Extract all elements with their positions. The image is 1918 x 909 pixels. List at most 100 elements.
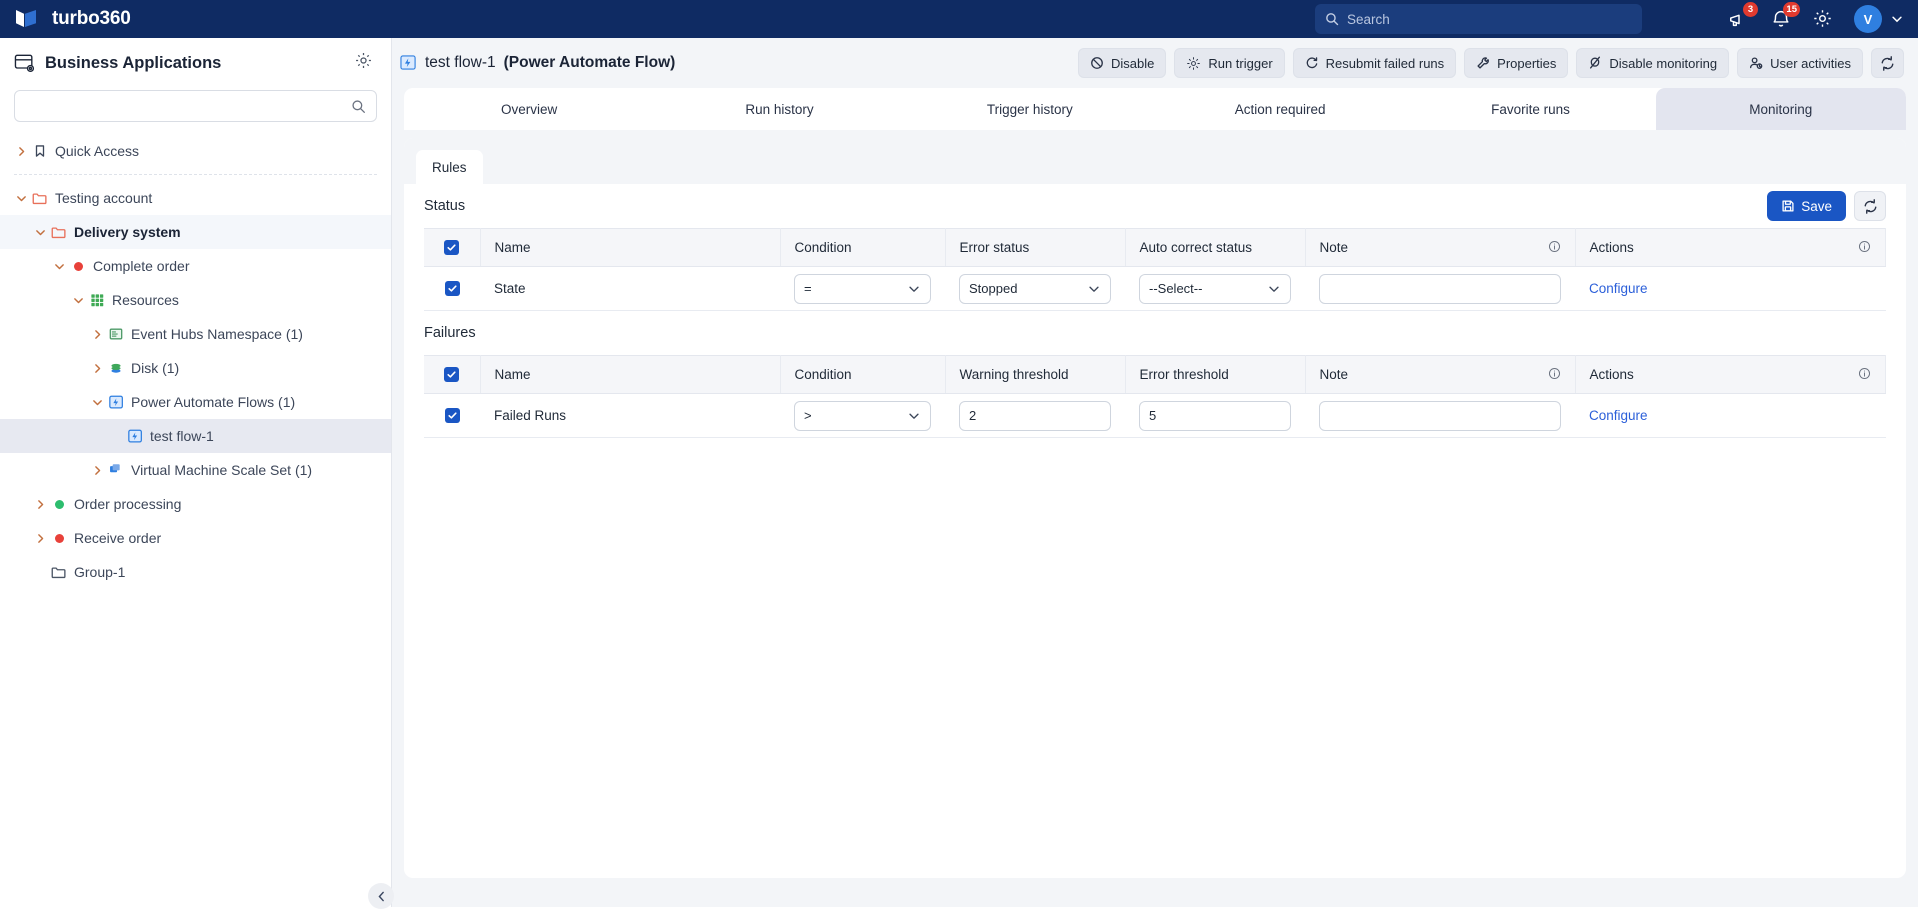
error-threshold-input[interactable]: 5 bbox=[1139, 400, 1291, 431]
disable-button[interactable]: Disable bbox=[1077, 48, 1167, 78]
configure-link[interactable]: Configure bbox=[1589, 408, 1648, 423]
user-menu[interactable]: V bbox=[1854, 5, 1904, 33]
user-activities-button[interactable]: User activities bbox=[1737, 48, 1863, 78]
configure-link[interactable]: Configure bbox=[1589, 281, 1648, 296]
disk-icon bbox=[111, 363, 121, 373]
rules-table: Name Condition Error status Auto correct st… bbox=[424, 228, 1886, 311]
condition-cell: > bbox=[780, 393, 945, 438]
row-checkbox[interactable] bbox=[444, 280, 460, 296]
save-icon bbox=[1782, 200, 1794, 212]
column-header-auto-correct-status: Auto correct status bbox=[1125, 228, 1306, 267]
chevron-down-icon[interactable] bbox=[69, 294, 87, 307]
user-activity-icon bbox=[1750, 57, 1763, 69]
tab-run-history[interactable]: Run history bbox=[654, 88, 904, 130]
tree-item-resources[interactable]: Resources bbox=[0, 283, 391, 317]
chevron-right-icon[interactable] bbox=[31, 498, 49, 511]
field-cell: Stopped bbox=[945, 266, 1125, 311]
announcements-icon[interactable]: 3 bbox=[1728, 2, 1758, 30]
section-title: Failures bbox=[424, 325, 476, 341]
tab-monitoring[interactable]: Monitoring bbox=[1655, 88, 1906, 130]
run-trigger-button[interactable]: Run trigger bbox=[1174, 48, 1285, 78]
section-refresh-button[interactable] bbox=[1854, 191, 1886, 221]
column-header-label: Auto correct status bbox=[1139, 240, 1253, 255]
chevron-right-icon[interactable] bbox=[31, 532, 49, 545]
tab-favorite-runs[interactable]: Favorite runs bbox=[1405, 88, 1655, 130]
brand-name: turbo360 bbox=[52, 8, 131, 29]
rule-section-status: Status Save Name Condition Error status Auto … bbox=[404, 184, 1906, 311]
sidebar-settings-icon[interactable] bbox=[354, 51, 373, 75]
tree-item-delivery-system[interactable]: Delivery system bbox=[0, 215, 391, 249]
chevron-right-icon[interactable] bbox=[88, 464, 106, 477]
global-search-input[interactable]: Search bbox=[1315, 4, 1642, 34]
column-header-label: Actions bbox=[1589, 367, 1634, 382]
note-cell bbox=[1305, 393, 1575, 438]
tab-label: Favorite runs bbox=[1491, 101, 1570, 117]
tree-item-complete-order[interactable]: Complete order bbox=[0, 249, 391, 283]
search-icon bbox=[352, 99, 365, 113]
vmss-icon bbox=[106, 463, 126, 477]
note-cell bbox=[1305, 266, 1575, 311]
tab-label: Overview bbox=[501, 101, 558, 117]
tree-item-receive-order[interactable]: Receive order bbox=[0, 521, 391, 555]
tab-overview[interactable]: Overview bbox=[404, 88, 654, 130]
chevron-left-icon bbox=[377, 891, 384, 901]
chevron-down-icon[interactable] bbox=[12, 192, 30, 205]
top-bar: turbo360 Search 3 15 V bbox=[0, 0, 1918, 38]
tree-item-disk-1[interactable]: Disk (1) bbox=[0, 351, 391, 385]
tree-item-group-1[interactable]: Group-1 bbox=[0, 555, 391, 589]
info-icon[interactable] bbox=[1858, 240, 1871, 256]
turbo360-logo-icon[interactable] bbox=[14, 6, 40, 32]
settings-gear-icon[interactable] bbox=[1812, 8, 1834, 30]
folder-plain-icon bbox=[51, 566, 66, 578]
info-icon[interactable] bbox=[1548, 240, 1561, 256]
status-dot-red bbox=[73, 261, 83, 271]
refresh-button[interactable] bbox=[1871, 48, 1904, 78]
condition-select[interactable]: = bbox=[794, 273, 931, 304]
select-all-checkbox[interactable] bbox=[444, 239, 460, 255]
note-input[interactable] bbox=[1319, 400, 1561, 431]
row-checkbox[interactable] bbox=[444, 407, 460, 423]
column-header-actions: Actions bbox=[1575, 355, 1886, 394]
chevron-right-icon[interactable] bbox=[12, 145, 30, 158]
tree-item-order-processing[interactable]: Order processing bbox=[0, 487, 391, 521]
select-all-checkbox[interactable] bbox=[444, 366, 460, 382]
chevron-down-icon[interactable] bbox=[31, 226, 49, 239]
chevron-down-icon[interactable] bbox=[50, 260, 68, 273]
tree-item-event-hubs-namespace-1[interactable]: Event Hubs Namespace (1) bbox=[0, 317, 391, 351]
auto-correct-status-select[interactable]: --Select-- bbox=[1139, 273, 1291, 304]
tree-item-label: Receive order bbox=[74, 530, 162, 546]
table-row: State = Stopped --Select-- Configure bbox=[424, 266, 1886, 311]
tree-item-quick-access[interactable]: Quick Access bbox=[0, 134, 391, 168]
resubmit-failed-runs-button[interactable]: Resubmit failed runs bbox=[1292, 48, 1457, 78]
tree-item-testing-account[interactable]: Testing account bbox=[0, 181, 391, 215]
column-header-label: Warning threshold bbox=[959, 367, 1069, 382]
tree-item-virtual-machine-scale-set-1[interactable]: Virtual Machine Scale Set (1) bbox=[0, 453, 391, 487]
tree-item-power-automate-flows-1[interactable]: Power Automate Flows (1) bbox=[0, 385, 391, 419]
notifications-icon[interactable]: 15 bbox=[1770, 2, 1800, 30]
disk-icon bbox=[106, 361, 126, 375]
grid-icon bbox=[87, 293, 107, 307]
warning-threshold-input[interactable]: 2 bbox=[959, 400, 1111, 431]
sidebar-header: Business Applications bbox=[0, 38, 391, 88]
save-button[interactable]: Save bbox=[1767, 191, 1846, 221]
sidebar-search-input[interactable] bbox=[14, 90, 377, 122]
monitor-off-icon bbox=[1590, 56, 1601, 69]
column-header-label: Condition bbox=[794, 240, 852, 255]
info-icon[interactable] bbox=[1858, 367, 1871, 383]
disable-monitoring-button[interactable]: Disable monitoring bbox=[1576, 48, 1730, 78]
note-input[interactable] bbox=[1319, 273, 1561, 304]
chevron-down-icon bbox=[73, 297, 83, 303]
chevron-down-icon[interactable] bbox=[88, 396, 106, 409]
tree-item-test-flow-1[interactable]: test flow-1 bbox=[0, 419, 391, 453]
error-status-select[interactable]: Stopped bbox=[959, 273, 1111, 304]
tab-action-required[interactable]: Action required bbox=[1155, 88, 1405, 130]
chevron-right-icon[interactable] bbox=[88, 328, 106, 341]
properties-button[interactable]: Properties bbox=[1464, 48, 1569, 78]
folder-icon bbox=[30, 191, 50, 206]
chevron-right-icon[interactable] bbox=[88, 362, 106, 375]
tab-trigger-history[interactable]: Trigger history bbox=[905, 88, 1155, 130]
sidebar-collapse-button[interactable] bbox=[368, 883, 394, 909]
subtab-rules[interactable]: Rules bbox=[416, 150, 483, 184]
condition-select[interactable]: > bbox=[794, 400, 931, 431]
info-icon[interactable] bbox=[1548, 367, 1561, 383]
